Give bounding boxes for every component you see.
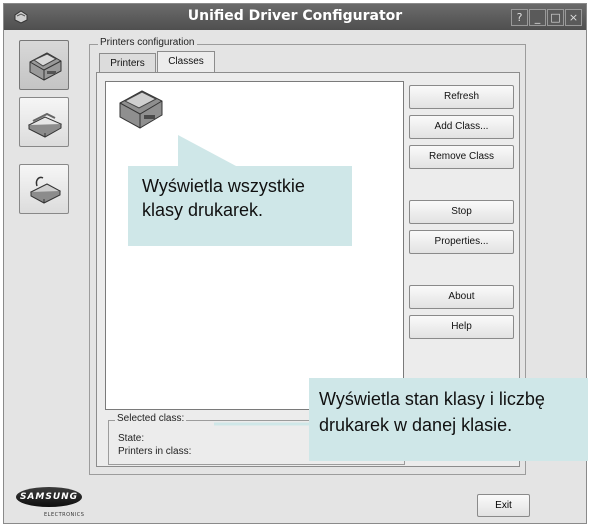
callout-class-state: Wyświetla stan klasy i liczbę drukarek w… bbox=[309, 378, 588, 461]
callout-state-text: Wyświetla stan klasy i liczbę drukarek w… bbox=[319, 389, 545, 435]
callout-classes-text: Wyświetla wszystkie klasy drukarek. bbox=[142, 176, 305, 220]
callout-classes-list: Wyświetla wszystkie klasy drukarek. bbox=[128, 166, 352, 246]
exit-button[interactable]: Exit bbox=[477, 494, 530, 517]
samsung-logo: SAMSUNG bbox=[16, 487, 82, 507]
samsung-electronics-label: ELECTRONICS bbox=[44, 512, 85, 518]
